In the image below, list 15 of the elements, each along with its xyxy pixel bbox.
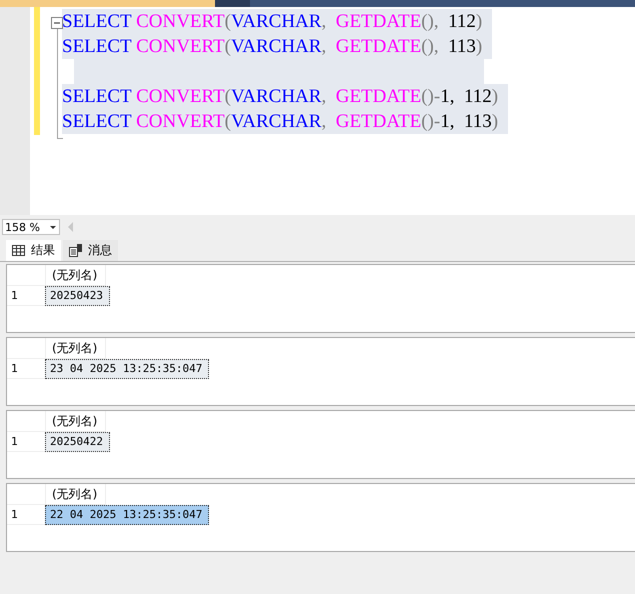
grid-corner-header[interactable] — [7, 484, 46, 505]
grid-icon — [12, 245, 25, 256]
zoom-dropdown[interactable]: 158 % — [2, 219, 60, 235]
result-tab[interactable]: 消息 — [63, 240, 118, 261]
table-cell[interactable]: 20250422 — [45, 432, 110, 452]
grid-corner-header[interactable] — [7, 338, 46, 359]
grid-corner-header[interactable] — [7, 411, 46, 432]
table-cell[interactable]: 23 04 2025 13:25:35:047 — [45, 359, 210, 379]
table-cell[interactable]: 22 04 2025 13:25:35:047 — [45, 505, 210, 525]
result-tab[interactable]: 结果 — [6, 240, 61, 261]
table-cell[interactable]: 20250423 — [45, 286, 110, 306]
collapse-icon[interactable] — [51, 17, 63, 29]
grid-corner-header[interactable] — [7, 265, 46, 286]
scroll-left-icon[interactable] — [68, 222, 74, 232]
document-icon — [69, 244, 82, 257]
